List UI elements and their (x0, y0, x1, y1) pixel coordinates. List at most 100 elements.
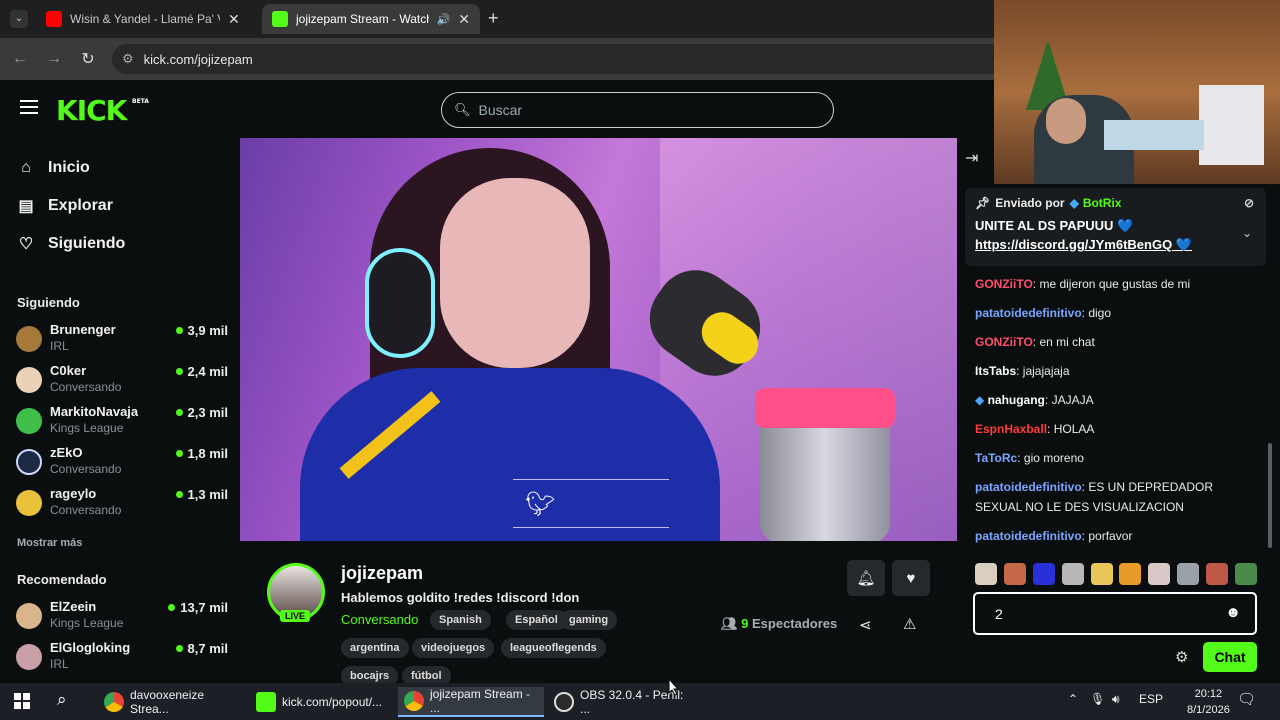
pinned-message: 📌︎ Enviado por ◆ BotRix ⊘ UNITE AL DS PA… (965, 188, 1266, 266)
emote[interactable] (975, 563, 997, 585)
emote[interactable] (1148, 563, 1171, 585)
speaker-icon[interactable]: 🔊 (437, 13, 451, 26)
chat-message: EspnHaxball: HOLAA (975, 419, 1255, 439)
show-more-link[interactable]: Mostrar más (17, 537, 82, 549)
emote[interactable] (1090, 563, 1113, 585)
emote[interactable] (1061, 563, 1084, 585)
chat-text: JAJAJA (1051, 393, 1094, 407)
clock-time: 20:12 (1194, 688, 1223, 700)
channel-name: Brunenger (50, 322, 116, 337)
chat-username[interactable]: patatoidedefinitivo (975, 306, 1082, 320)
taskbar-item-chrome-active[interactable]: jojizepam Stream - ... (398, 687, 544, 717)
sidebar-channel-markitonavaja[interactable]: MarkitoNavaja Kings League 2,3 mil (16, 404, 228, 440)
emote[interactable] (1206, 563, 1228, 585)
tab-search-icon[interactable]: ⌄ (10, 10, 28, 28)
chevron-down-icon[interactable]: ⌄ (1242, 226, 1252, 240)
emote[interactable] (1234, 563, 1257, 585)
chat-text: me dijeron que gustas de mi (1039, 277, 1191, 291)
back-arrow-icon[interactable]: ← (6, 45, 34, 73)
chat-username[interactable]: ItsTabs (975, 364, 1016, 378)
site-info-icon[interactable]: ⚙ (122, 51, 134, 67)
sidebar-channel-elzeein[interactable]: ElZeein Kings League 13,7 mil (16, 599, 228, 635)
chat-separator: : (1044, 393, 1052, 407)
forward-arrow-icon[interactable]: → (40, 45, 68, 73)
chat-input[interactable]: 2 ☻ (973, 592, 1257, 635)
chat-username[interactable]: EspnHaxball (975, 422, 1047, 436)
search-icon: 🔍︎ (454, 102, 471, 117)
chat-username[interactable]: nahugang (988, 393, 1045, 407)
avatar (16, 408, 42, 434)
microphone-icon[interactable]: 🎙︎ (1090, 692, 1105, 706)
stream-category[interactable]: Conversando (341, 612, 418, 627)
sidebar-channel-zeko[interactable]: zEkO Conversando 1,8 mil (16, 445, 228, 481)
chat-scrollbar[interactable] (1268, 443, 1272, 548)
nav-inicio[interactable]: ⌂ Inicio (17, 159, 90, 177)
pinned-link[interactable]: https://discord.gg/JYm6tBenGQ 💙 (975, 237, 1256, 253)
chat-message: ◆ nahugang: JAJAJA (975, 390, 1255, 410)
chat-username[interactable]: patatoidedefinitivo (975, 480, 1082, 494)
share-icon[interactable]: ⋖ (859, 616, 872, 634)
video-overlay-line (513, 479, 669, 480)
youtube-icon (46, 11, 62, 27)
volume-icon[interactable]: 🔊︎ (1112, 692, 1120, 707)
search-input[interactable]: 🔍︎ Buscar (441, 92, 834, 128)
chat-username[interactable]: TaToRc (975, 451, 1017, 465)
clock[interactable]: 20:12 8/1/2026 (1187, 686, 1230, 718)
pin-icon: 📌︎ (975, 196, 991, 210)
send-chat-button[interactable]: Chat (1203, 642, 1257, 672)
webcam-monitor (1199, 85, 1264, 165)
chat-message: ItsTabs: jajajajaja (975, 361, 1255, 381)
unpin-icon[interactable]: ⊘ (1244, 196, 1254, 210)
tab-kick[interactable]: jojizepam Stream - Watch Live on Kick 🔊 … (262, 4, 480, 34)
notification-bell-button[interactable]: 🔔︎ (847, 560, 885, 596)
tag[interactable]: argentina (341, 638, 409, 658)
chat-username[interactable]: patatoidedefinitivo (975, 529, 1082, 543)
menu-icon[interactable] (20, 100, 38, 114)
clock-date: 8/1/2026 (1187, 704, 1230, 716)
windows-start-icon[interactable] (14, 693, 30, 709)
follow-button[interactable]: ♥ (892, 560, 930, 596)
new-tab-button[interactable]: + (488, 8, 499, 29)
reload-icon[interactable]: ↻ (74, 45, 102, 73)
report-icon[interactable]: ⚠ (903, 615, 916, 633)
chat-message: patatoidedefinitivo: ES UN DEPREDADOR SE… (975, 477, 1255, 517)
language-indicator[interactable]: ESP (1139, 692, 1163, 706)
notification-icon[interactable]: 🗨︎ (1237, 690, 1256, 708)
close-icon[interactable]: ✕ (458, 11, 470, 28)
url-text: kick.com/jojizepam (143, 51, 253, 67)
emote[interactable] (1177, 563, 1200, 585)
taskbar-item-chrome[interactable]: davooxeneize Strea... (98, 687, 246, 717)
viewer-label: Espectadores (752, 616, 838, 631)
pinned-bot-name: BotRix (1082, 196, 1122, 210)
chat-username[interactable]: GONZiiTO (975, 335, 1033, 349)
emote[interactable] (1119, 563, 1142, 585)
emote[interactable] (1032, 563, 1055, 585)
gear-icon[interactable]: ⚙ (1175, 648, 1188, 666)
chat-username[interactable]: GONZiiTO (975, 277, 1033, 291)
tag[interactable]: Spanish (430, 610, 491, 630)
nav-siguiendo[interactable]: ♡ Siguiendo (17, 234, 126, 254)
tag[interactable]: gaming (560, 610, 618, 630)
tag[interactable]: Español (506, 610, 567, 630)
sidebar-channel-elglogloking[interactable]: ElGlogloking IRL 8,7 mil (16, 640, 228, 676)
sidebar-channel-rageylo[interactable]: rageylo Conversando 1,3 mil (16, 486, 228, 522)
video-player[interactable]: 🐦︎ (240, 138, 957, 541)
tag[interactable]: videojuegos (412, 638, 495, 658)
emote[interactable] (1003, 563, 1026, 585)
emoji-icon[interactable]: ☻ (1225, 604, 1241, 621)
webcam-overlay (994, 0, 1280, 184)
kick-logo[interactable]: KICK BETA (56, 94, 149, 127)
tag[interactable]: leagueoflegends (501, 638, 606, 658)
taskbar-item-kick[interactable]: kick.com/popout/... (250, 687, 390, 717)
tab-youtube[interactable]: Wisin & Yandel - Llamé Pa' Verte ✕ (36, 4, 258, 34)
collapse-chat-icon[interactable]: ⇥ (965, 148, 978, 168)
close-icon[interactable]: ✕ (228, 11, 240, 28)
channel-name[interactable]: jojizepam (341, 563, 423, 584)
avatar (16, 603, 42, 629)
tray-chevron-icon[interactable]: ⌃ (1068, 692, 1078, 706)
beta-badge: BETA (132, 98, 149, 105)
sidebar-channel-brunenger[interactable]: Brunenger IRL 3,9 mil (16, 322, 228, 358)
nav-explorar[interactable]: ▤ Explorar (17, 196, 112, 216)
sidebar-channel-c0ker[interactable]: C0ker Conversando 2,4 mil (16, 363, 228, 399)
search-icon[interactable]: ⌕ (57, 690, 67, 710)
